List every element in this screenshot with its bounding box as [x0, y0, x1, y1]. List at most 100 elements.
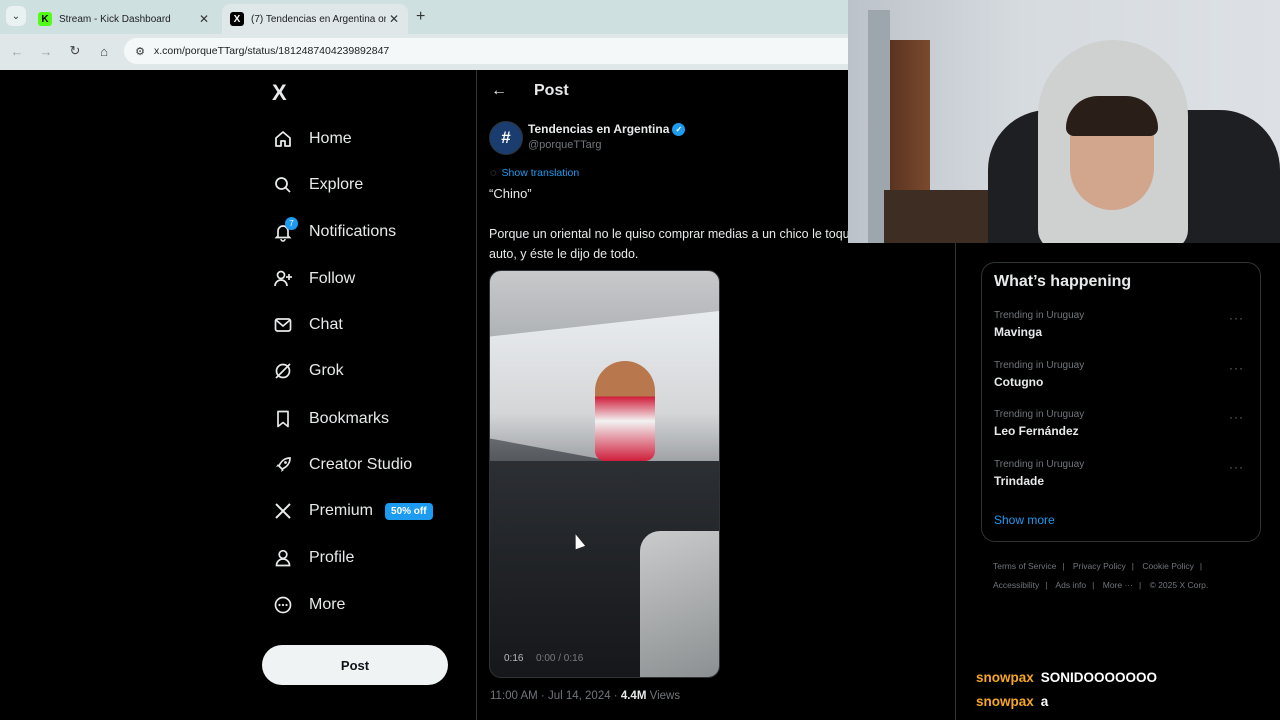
webcam-desk — [884, 190, 1004, 243]
views-label: Views — [646, 690, 681, 702]
translate-icon: ◌ — [490, 167, 497, 179]
trend-name: Mavinga — [994, 325, 1043, 339]
video-player[interactable]: 0:16 0:00 / 0:16 — [489, 270, 720, 678]
whats-happening-panel: What’s happening Trending in Uruguay Mav… — [981, 262, 1261, 542]
nav-item-more[interactable]: More — [272, 590, 345, 620]
tab-list-button[interactable]: ⌄ — [6, 6, 26, 26]
x-logo-icon[interactable]: X — [272, 80, 287, 106]
compose-post-button[interactable]: Post — [262, 645, 448, 685]
tab-x-post[interactable]: X (7) Tendencias en Argentina on ✕ — [222, 4, 408, 34]
verified-icon: ✓ — [672, 122, 686, 136]
webcam-hair — [1066, 96, 1158, 136]
nav-label: Chat — [309, 316, 343, 333]
forward-arrow-icon[interactable]: → — [37, 42, 55, 60]
nav-label: Notifications — [309, 223, 397, 240]
show-translation-link[interactable]: ◌ Show translation — [490, 167, 579, 179]
notification-count-badge: 7 — [285, 217, 298, 230]
trend-name: Leo Fernández — [994, 424, 1079, 438]
close-icon[interactable]: ✕ — [386, 12, 402, 26]
back-arrow-icon[interactable]: ← — [8, 42, 26, 60]
user-icon — [272, 547, 294, 569]
footer-link[interactable]: Accessibility — [993, 580, 1039, 590]
nav-item-explore[interactable]: Explore — [272, 170, 363, 200]
trend-item[interactable]: Trending in Uruguay Mavinga ··· — [994, 310, 1250, 350]
footer-link[interactable]: Privacy Policy — [1073, 561, 1126, 571]
more-options-icon[interactable]: ··· — [1229, 311, 1244, 325]
grok-icon — [272, 360, 294, 382]
trend-name: Cotugno — [994, 375, 1044, 389]
more-options-icon[interactable]: ··· — [1229, 410, 1244, 424]
rocket-icon — [272, 454, 294, 476]
nav-item-chat[interactable]: Chat — [272, 310, 343, 340]
show-more-link[interactable]: Show more — [994, 513, 1055, 527]
browser-chrome: ⌄ K Stream - Kick Dashboard ✕ X (7) Tend… — [0, 0, 864, 70]
nav-label: Explore — [309, 176, 364, 193]
nav-item-follow[interactable]: Follow — [272, 264, 355, 294]
close-icon[interactable]: ✕ — [196, 12, 212, 26]
nav-item-grok[interactable]: Grok — [272, 356, 344, 386]
new-tab-icon[interactable]: + — [416, 8, 425, 26]
views-count: 4.4M — [620, 690, 647, 702]
x-favicon-icon: X — [230, 12, 244, 26]
post-timestamp[interactable]: 11:00 AM · Jul 14, 2024 · — [490, 690, 621, 702]
page-title: Post — [534, 82, 569, 99]
video-duration: 0:16 — [504, 653, 524, 664]
home-icon[interactable]: ⌂ — [95, 42, 113, 60]
trend-item[interactable]: Trending in Uruguay Trindade ··· — [994, 459, 1250, 499]
author-name[interactable]: Tendencias en Argentina ✓ — [528, 122, 686, 136]
add-user-icon — [272, 268, 294, 290]
chat-text: a — [1040, 694, 1049, 709]
left-navigation: X Home Explore 7 Notifications Follow Ch… — [262, 70, 476, 720]
nav-label: Bookmarks — [309, 410, 390, 427]
address-bar[interactable]: ⚙ x.com/porqueTTarg/status/1812487404239… — [124, 38, 864, 64]
avatar[interactable]: # — [489, 121, 523, 155]
post-text-body: Porque un oriental no le quiso comprar m… — [489, 227, 870, 261]
nav-label: Home — [309, 130, 352, 147]
nav-item-creator-studio[interactable]: Creator Studio — [272, 450, 412, 480]
author-name-text: Tendencias en Argentina — [528, 122, 670, 136]
nav-item-premium[interactable]: Premium 50% off — [272, 496, 433, 526]
chat-username: snowpax — [976, 694, 1034, 709]
nav-label: More — [309, 596, 346, 613]
trend-context: Trending in Uruguay — [994, 409, 1085, 420]
tab-strip: ⌄ K Stream - Kick Dashboard ✕ X (7) Tend… — [0, 0, 848, 34]
footer-link[interactable]: Cookie Policy — [1142, 561, 1194, 571]
video-progress-time: 0:00 / 0:16 — [536, 653, 584, 664]
url-text: x.com/porqueTTarg/status/181248740423989… — [154, 45, 390, 57]
footer-links: Terms of Service | Privacy Policy | Cookie… — [993, 561, 1209, 590]
more-options-icon[interactable]: ··· — [1229, 361, 1244, 375]
chat-message: snowpax a — [976, 694, 1048, 709]
tab-kick-dashboard[interactable]: K Stream - Kick Dashboard ✕ — [30, 4, 218, 34]
nav-item-home[interactable]: Home — [272, 124, 352, 154]
trend-name: Trindade — [994, 474, 1045, 488]
back-arrow-icon[interactable]: ← — [491, 82, 507, 100]
nav-label: Premium — [309, 502, 374, 519]
chat-message: snowpax SONIDOOOOOOO — [976, 670, 1157, 685]
show-translation-label: Show translation — [501, 167, 580, 179]
nav-label: Follow — [309, 270, 356, 287]
post-meta: 11:00 AM · Jul 14, 2024 · 4.4M Views — [490, 690, 680, 702]
trend-item[interactable]: Trending in Uruguay Leo Fernández ··· — [994, 409, 1250, 449]
trend-context: Trending in Uruguay — [994, 310, 1085, 321]
trend-item[interactable]: Trending in Uruguay Cotugno ··· — [994, 360, 1250, 400]
reload-icon[interactable]: ↻ — [66, 42, 84, 60]
footer-link[interactable]: Ads info — [1055, 580, 1086, 590]
trends-title: What’s happening — [994, 273, 1132, 290]
chat-text: SONIDOOOOOOO — [1040, 670, 1158, 685]
video-frame-person — [595, 361, 655, 461]
footer-link[interactable]: Terms of Service — [993, 561, 1056, 571]
footer-link[interactable]: More ··· — [1103, 580, 1133, 590]
site-info-icon[interactable]: ⚙ — [132, 43, 148, 59]
x-icon — [272, 500, 294, 522]
chat-username: snowpax — [976, 670, 1034, 685]
nav-label: Grok — [309, 362, 344, 379]
mail-icon — [272, 314, 294, 336]
nav-item-profile[interactable]: Profile — [272, 543, 354, 573]
more-options-icon[interactable]: ··· — [1229, 460, 1244, 474]
bookmark-icon — [272, 408, 294, 430]
more-icon — [272, 594, 294, 616]
post-text-line: “Chino” — [489, 186, 532, 201]
author-handle[interactable]: @porqueTTarg — [528, 139, 602, 151]
nav-item-bookmarks[interactable]: Bookmarks — [272, 404, 389, 434]
nav-item-notifications[interactable]: 7 Notifications — [272, 217, 396, 247]
